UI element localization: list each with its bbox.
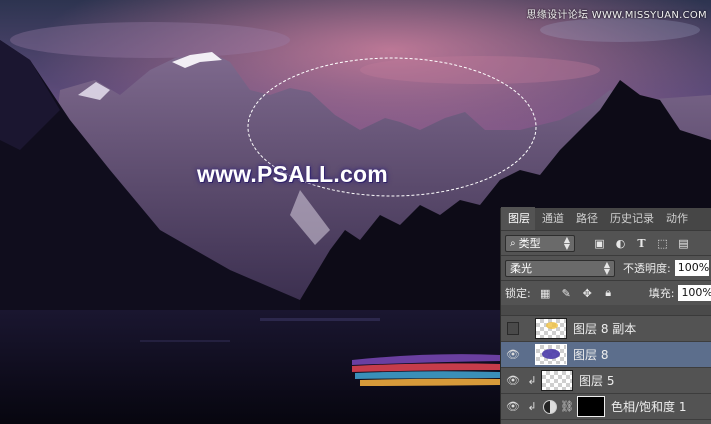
search-icon: ⌕ [510,237,516,249]
tab-layers[interactable]: 图层 [501,207,535,230]
divider [501,305,711,316]
visibility-toggle-off[interactable] [501,322,525,335]
layer-thumbnail [541,370,573,391]
filter-icons: ▣ ◐ T ⬚ ▤ [593,237,690,250]
lock-row: 锁定: ▦ ✎ ✥ 🔒︎ 填充: 100% [501,281,711,305]
chevron-updown-icon: ▲ ▼ [603,260,610,276]
blend-mode-value: 柔光 [510,262,532,275]
watermark-center: www.PSALL.com [197,161,388,187]
lock-transparent-pixels-icon[interactable]: ▦ [539,287,552,300]
shape-filter-icon[interactable]: ⬚ [656,237,669,250]
filter-label: 类型 [518,237,541,250]
lock-all-icon[interactable]: 🔒︎ [602,286,615,300]
chevron-updown-icon: ▲ ▼ [563,235,570,251]
blend-mode-select[interactable]: 柔光 ▲ ▼ [505,259,615,277]
panel-tabs: 图层 通道 路径 历史记录 动作 [501,207,711,231]
layer-thumbnail [535,318,567,339]
lock-image-pixels-icon[interactable]: ✎ [560,287,573,300]
tab-actions[interactable]: 动作 [659,207,693,230]
watermark-top: 思缘设计论坛 WWW.MISSYUAN.COM [526,10,707,21]
tab-paths[interactable]: 路径 [569,207,603,230]
layer-name: 色相/饱和度 1 [610,400,687,414]
opacity-label: 不透明度: [623,262,671,275]
smart-object-filter-icon[interactable]: ▤ [677,237,690,250]
tab-history[interactable]: 历史记录 [603,207,659,230]
layer-thumbnail [535,344,567,365]
eye-icon[interactable]: 👁︎ [501,348,525,361]
layer-filter-select[interactable]: ⌕ 类型 ▲ ▼ [505,234,575,252]
layer-row-hue-saturation[interactable]: 👁︎ ↲ ⛓︎ 色相/饱和度 1 [501,394,711,420]
adjustment-filter-icon[interactable]: ◐ [614,237,627,250]
opacity-input[interactable]: 100% [674,260,709,276]
blend-row: 柔光 ▲ ▼ 不透明度: 100% [501,256,711,280]
eye-icon[interactable]: 👁︎ [501,374,525,387]
lock-position-icon[interactable]: ✥ [581,287,594,300]
clipping-mask-icon: ↲ [527,374,537,387]
lock-icons: ▦ ✎ ✥ 🔒︎ [539,286,615,300]
filter-row: ⌕ 类型 ▲ ▼ ▣ ◐ T ⬚ ▤ [501,231,711,255]
layers-panel: 图层 通道 路径 历史记录 动作 ⌕ 类型 ▲ ▼ ▣ ◐ T ⬚ ▤ 柔光 ▲ ▼… [500,207,711,424]
fill-label: 填充: [648,287,675,300]
image-filter-icon[interactable]: ▣ [593,237,606,250]
layer-name: 图层 8 [573,348,609,362]
layer-name: 图层 5 [579,374,615,388]
lock-label: 锁定: [505,287,531,300]
link-icon: ⛓︎ [560,400,574,413]
layer-name: 图层 8 副本 [573,322,637,336]
fill-input[interactable]: 100% [678,285,711,301]
adjustment-layer-icon [543,399,557,414]
clipping-mask-icon: ↲ [527,400,537,413]
layer-mask-thumbnail [576,396,605,417]
tab-channels[interactable]: 通道 [535,207,569,230]
layer-row-layer-5[interactable]: 👁︎ ↲ 图层 5 [501,368,711,394]
layer-row-layer-8-copy[interactable]: 图层 8 副本 [501,316,711,342]
type-filter-icon[interactable]: T [635,237,648,250]
eye-icon[interactable]: 👁︎ [501,400,525,413]
layer-row-layer-8[interactable]: 👁︎ 图层 8 [501,342,711,368]
